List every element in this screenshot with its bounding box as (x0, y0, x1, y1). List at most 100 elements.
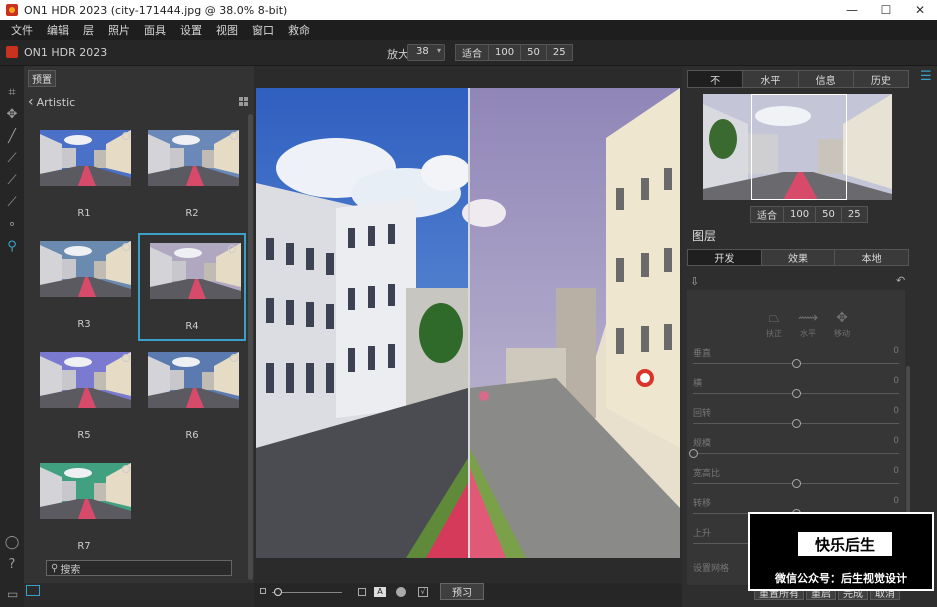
slider-value: 0 (893, 496, 899, 506)
zoom-slider-track[interactable] (272, 592, 342, 593)
slider-value: 0 (893, 376, 899, 386)
favorite-icon[interactable] (122, 354, 130, 362)
presets-scrollbar[interactable] (248, 114, 253, 580)
preset-category[interactable]: ‹ Artistic (28, 94, 75, 110)
menu-bar: 文件 编辑 层 照片 面具 设置 视图 窗口 救命 (0, 20, 937, 40)
adjustments-icon[interactable]: ☰ (920, 69, 932, 84)
tab-info[interactable]: 信息 (798, 71, 854, 87)
zoom-25-button[interactable]: 25 (545, 44, 573, 61)
nav-zoom-fit-button[interactable]: 适合 (750, 206, 784, 223)
slider-knob[interactable] (689, 449, 698, 458)
filmstrip-icon[interactable]: ▭ (7, 587, 18, 601)
tab-levels[interactable]: 水平 (743, 71, 799, 87)
straighten-label: 扶正 (766, 329, 782, 338)
menu-layer[interactable]: 层 (76, 22, 101, 38)
preset-thumbnail-image (40, 241, 131, 297)
preset-label: R3 (77, 319, 91, 330)
preview-mode-icon[interactable]: √ (418, 587, 428, 597)
straighten-tool[interactable]: ⏢ 扶正 (757, 310, 791, 339)
tab-history[interactable]: 历史 (853, 71, 908, 87)
level-tool[interactable]: ⟿ 水平 (791, 310, 825, 339)
line-mask-icon[interactable]: ⟋ (4, 194, 20, 210)
image-canvas[interactable] (256, 88, 680, 558)
download-icon[interactable]: ⇩ (690, 275, 699, 288)
split-view-divider[interactable] (468, 88, 470, 558)
slider-track[interactable] (693, 453, 899, 454)
tab-navigator[interactable]: 不 (688, 71, 744, 87)
watermark-overlay: 快乐后生 微信公众号：后生视觉设计 (748, 512, 934, 591)
move-tool[interactable]: ✥ 移动 (825, 310, 859, 339)
preset-thumbnail[interactable]: R4 (138, 233, 246, 341)
zoom-100-button[interactable]: 100 (488, 44, 522, 61)
preset-thumbnail[interactable]: R1 (30, 122, 138, 230)
slider-knob[interactable] (792, 359, 801, 368)
brush-icon[interactable]: ╱ (4, 128, 20, 144)
chevron-down-icon: ▾ (436, 46, 441, 55)
preset-search-input[interactable]: ⚲ 搜索 (46, 560, 232, 576)
compare-icon[interactable]: A (374, 587, 386, 597)
favorite-icon[interactable] (230, 132, 238, 140)
zoom-50-button[interactable]: 50 (520, 44, 547, 61)
tab-effects[interactable]: 效果 (761, 250, 836, 265)
presets-button[interactable]: 预置 (28, 70, 56, 87)
menu-window[interactable]: 窗口 (245, 22, 281, 38)
mask-view-icon[interactable] (396, 587, 406, 597)
single-view-icon[interactable] (26, 585, 40, 596)
navigator-view-rect[interactable] (751, 94, 847, 200)
tab-local[interactable]: 本地 (835, 250, 909, 265)
preset-thumbnail[interactable]: R7 (30, 455, 138, 563)
menu-photo[interactable]: 照片 (101, 22, 137, 38)
preview-button[interactable]: 预习 (440, 583, 484, 600)
slider-row: 垂直 0 (693, 346, 899, 376)
favorite-icon[interactable] (122, 465, 130, 473)
grid-view-icon[interactable] (239, 97, 248, 106)
menu-edit[interactable]: 编辑 (40, 22, 76, 38)
favorite-icon[interactable] (122, 132, 130, 140)
window-title: ON1 HDR 2023 (city-171444.jpg @ 38.0% 8-… (24, 3, 288, 17)
nav-zoom-25-button[interactable]: 25 (840, 206, 868, 223)
tab-develop[interactable]: 开发 (688, 250, 762, 265)
app-logo-icon (6, 46, 18, 58)
app-name: ON1 HDR 2023 (24, 46, 108, 59)
help-icon[interactable]: ? (4, 556, 20, 572)
retouch-icon[interactable]: ⟋ (4, 150, 20, 166)
menu-mask[interactable]: 面具 (137, 22, 173, 38)
layers-title: 图层 (692, 229, 717, 243)
zoom-fit-button[interactable]: 适合 (455, 44, 489, 61)
preset-thumbnail[interactable]: R6 (138, 344, 246, 452)
crop-icon[interactable]: ⌗ (4, 84, 20, 100)
nav-zoom-100-button[interactable]: 100 (783, 206, 817, 223)
close-button[interactable]: ✕ (903, 0, 937, 20)
menu-help[interactable]: 救命 (281, 22, 317, 38)
preset-thumbnail[interactable]: R3 (30, 233, 138, 341)
slider-knob[interactable] (792, 419, 801, 428)
zoom-in-icon[interactable] (358, 588, 366, 596)
menu-settings[interactable]: 设置 (173, 22, 209, 38)
menu-view[interactable]: 视图 (209, 22, 245, 38)
maximize-button[interactable]: ☐ (869, 0, 903, 20)
user-icon[interactable]: ◯ (4, 534, 20, 550)
preset-label: R1 (77, 208, 91, 219)
navigator-thumbnail[interactable] (703, 94, 892, 200)
favorite-icon[interactable] (230, 354, 238, 362)
mask-brush-icon[interactable]: ⟋ (4, 172, 20, 188)
slider-knob[interactable] (792, 389, 801, 398)
favorite-icon[interactable] (228, 245, 236, 253)
zoom-out-icon[interactable] (260, 588, 266, 594)
menu-file[interactable]: 文件 (4, 22, 40, 38)
move-icon[interactable]: ✥ (4, 106, 20, 122)
clone-icon[interactable]: ∘ (4, 216, 20, 232)
zoom-slider-knob[interactable] (274, 588, 282, 596)
favorite-icon[interactable] (122, 243, 130, 251)
nav-zoom-50-button[interactable]: 50 (815, 206, 842, 223)
preset-thumbnail[interactable]: R2 (138, 122, 246, 230)
zoom-tool-icon[interactable]: ⚲ (4, 238, 20, 254)
preset-thumbnail-image (148, 352, 239, 408)
preset-thumbnail[interactable]: R5 (30, 344, 138, 452)
undo-icon[interactable]: ↶ (896, 274, 905, 287)
slider-knob[interactable] (792, 479, 801, 488)
preset-thumbnail-image (148, 130, 239, 186)
zoom-select[interactable]: 38 ▾ (407, 44, 445, 61)
toolbar: ON1 HDR 2023 放大 38 ▾ 适合 100 50 25 (0, 40, 937, 66)
minimize-button[interactable]: — (835, 0, 869, 20)
